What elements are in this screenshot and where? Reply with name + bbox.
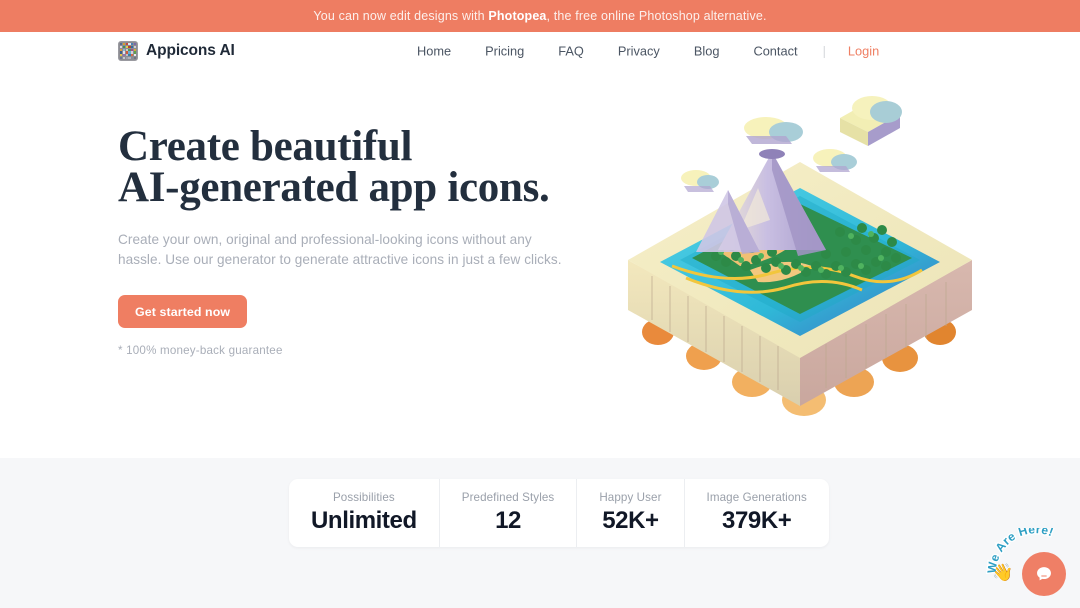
money-back-guarantee-note: * 100% money-back guarantee: [118, 344, 283, 357]
nav-item-pricing[interactable]: Pricing: [468, 40, 541, 63]
chat-bubble-button[interactable]: [1022, 552, 1066, 596]
nav-item-login[interactable]: Login: [834, 40, 893, 63]
stats-band: Possibilities Unlimited Predefined Style…: [0, 458, 1080, 608]
logo-home-link[interactable]: Appicons AI: [118, 41, 235, 61]
logo-text: Appicons AI: [146, 42, 235, 59]
stat-happy-user: Happy User 52K+: [577, 479, 685, 547]
hero-copy: Create beautiful AI-generated app icons.…: [118, 123, 588, 357]
stat-image-generations: Image Generations 379K+: [685, 479, 829, 547]
main-nav: Home Pricing FAQ Privacy Blog Contact | …: [400, 40, 893, 63]
stat-label: Predefined Styles: [461, 491, 555, 504]
stats-card: Possibilities Unlimited Predefined Style…: [289, 479, 829, 547]
stat-label: Image Generations: [706, 491, 807, 504]
appicons-grid-icon: [118, 41, 138, 61]
nav-item-home[interactable]: Home: [400, 40, 468, 63]
stat-possibilities: Possibilities Unlimited: [289, 479, 440, 547]
stat-value: 379K+: [722, 507, 792, 534]
stat-value: 12: [495, 507, 521, 534]
nav-item-faq[interactable]: FAQ: [541, 40, 601, 63]
page-title: Create beautiful AI-generated app icons.: [118, 123, 588, 211]
chat-widget: We Are Here! 👋: [986, 528, 1080, 608]
promo-banner-text: You can now edit designs with Photopea, …: [313, 9, 766, 23]
hero-subtitle: Create your own, original and profession…: [118, 232, 562, 267]
nav-item-contact[interactable]: Contact: [736, 40, 814, 63]
stat-label: Possibilities: [332, 491, 395, 504]
hero-section: Create beautiful AI-generated app icons.…: [0, 70, 1080, 458]
promo-suffix: , the free online Photoshop alternative.: [546, 9, 767, 23]
site-header: Appicons AI Home Pricing FAQ Privacy Blo…: [0, 32, 1080, 70]
stat-predefined-styles: Predefined Styles 12: [440, 479, 578, 547]
stat-label: Happy User: [599, 491, 662, 504]
stat-value: 52K+: [602, 507, 659, 534]
get-started-button[interactable]: Get started now: [118, 295, 248, 328]
page-root: You can now edit designs with Photopea, …: [0, 0, 1080, 608]
hero-illustration: [600, 70, 1000, 430]
promo-banner[interactable]: You can now edit designs with Photopea, …: [0, 0, 1080, 32]
chat-bubble-icon: [1037, 567, 1051, 581]
nav-item-privacy[interactable]: Privacy: [601, 40, 677, 63]
hero-title-line-2: AI-generated app icons.: [118, 164, 550, 211]
promo-prefix: You can now edit designs with: [313, 9, 489, 23]
hero-title-line-1: Create beautiful: [118, 123, 413, 170]
stat-value: Unlimited: [311, 507, 417, 534]
nav-separator: |: [822, 43, 826, 59]
floating-cloud-icon: [840, 96, 902, 146]
waving-hand-icon: 👋: [992, 563, 1014, 582]
promo-brand-link[interactable]: Photopea: [488, 9, 546, 23]
nav-item-blog[interactable]: Blog: [677, 40, 737, 63]
